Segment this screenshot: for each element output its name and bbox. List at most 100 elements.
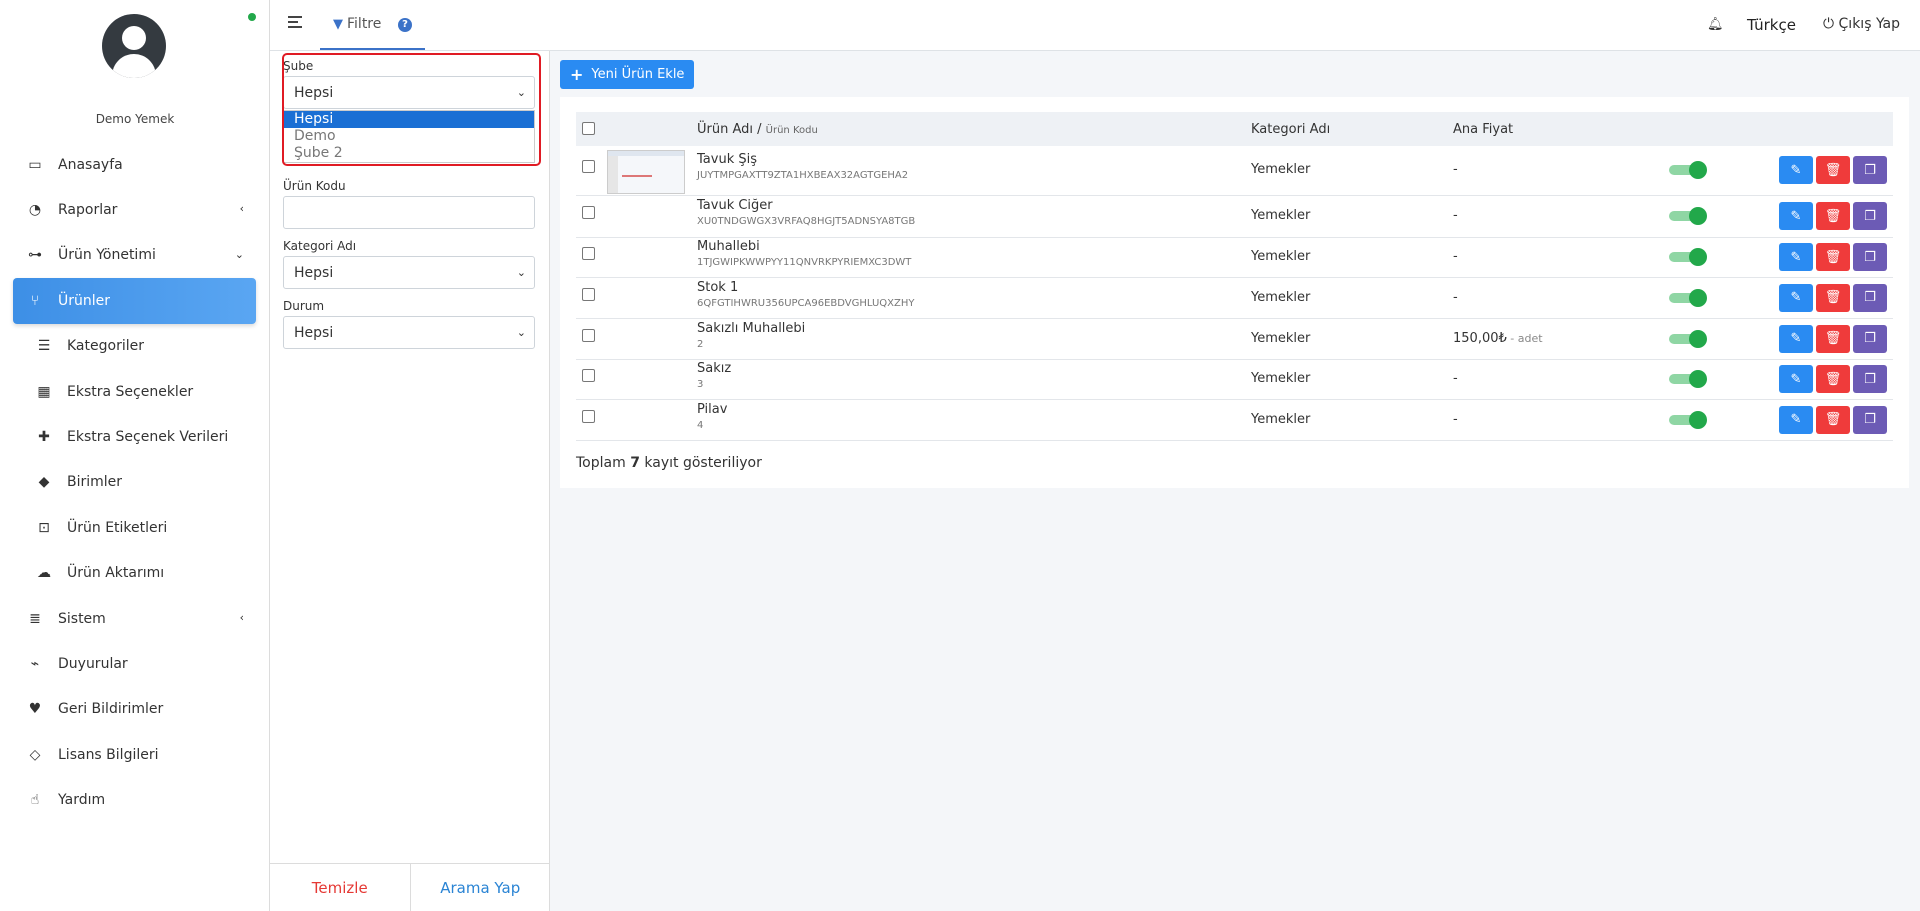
delete-button[interactable]: 🗑︎	[1816, 365, 1850, 393]
sidebar-item-7[interactable]: ◆ Birimler	[13, 460, 256, 505]
delete-button[interactable]: 🗑︎	[1816, 156, 1850, 184]
clear-button[interactable]: Temizle	[270, 864, 411, 911]
product-code: XU0TNDGWGX3VRFAQ8HGJT5ADNSYA8TGB	[697, 216, 916, 227]
edit-button[interactable]: ✎	[1779, 283, 1813, 312]
status-toggle[interactable]	[1669, 410, 1709, 429]
copy-button[interactable]: ❐	[1853, 365, 1887, 393]
sidebar-item-10[interactable]: ≣ Sistem ‹	[13, 596, 256, 641]
top-bar: ▼ Filtre ? 🔔︎ Türkçe ⏻ Çıkış Yap	[270, 0, 1920, 51]
sidebar-item-12[interactable]: ♥ Geri Bildirimler	[13, 687, 256, 732]
product-thumbnail[interactable]	[607, 150, 685, 194]
select-all-checkbox[interactable]	[582, 122, 595, 135]
trash-icon: 🗑︎	[1824, 371, 1842, 387]
row-checkbox[interactable]	[582, 409, 595, 423]
copy-button[interactable]: ❐	[1853, 156, 1887, 184]
trash-icon: 🗑︎	[1824, 162, 1842, 178]
hand-icon: ☝	[30, 792, 40, 809]
product-price: -	[1453, 249, 1458, 264]
status-toggle[interactable]	[1669, 288, 1709, 307]
row-checkbox[interactable]	[582, 287, 595, 301]
row-checkbox[interactable]	[582, 247, 595, 260]
language-selector[interactable]: Türkçe	[1747, 16, 1796, 34]
sidebar-item-0[interactable]: ▭ Anasayfa	[13, 142, 256, 187]
sidebar-item-13[interactable]: ◇ Lisans Bilgileri	[13, 732, 256, 777]
trash-icon: 🗑︎	[1824, 290, 1842, 305]
sidebar-item-2[interactable]: ⊶ Ürün Yönetimi ⌄	[13, 233, 256, 278]
edit-button[interactable]: ✎	[1779, 202, 1813, 230]
product-price: -	[1453, 371, 1458, 386]
sidebar-item-11[interactable]: ⌁ Duyurular	[13, 641, 256, 686]
copy-button[interactable]: ❐	[1853, 283, 1887, 312]
edit-button[interactable]: ✎	[1779, 405, 1813, 434]
logout-button[interactable]: ⏻ Çıkış Yap	[1823, 16, 1900, 32]
row-checkbox[interactable]	[582, 328, 595, 342]
sidebar-item-label: Ekstra Seçenek Verileri	[67, 429, 229, 446]
edit-button[interactable]: ✎	[1779, 156, 1813, 184]
product-name: Sakızlı Muhallebi	[697, 320, 806, 336]
product-name: Sakız	[697, 361, 732, 376]
product-price: -	[1453, 289, 1458, 305]
products-card: Ürün Adı / Ürün Kodu Kategori Adı Ana Fi…	[560, 97, 1909, 488]
row-actions: ✎ 🗑︎ ❐	[1779, 365, 1887, 393]
row-checkbox[interactable]	[582, 369, 595, 382]
status-select[interactable]: Hepsi ⌄	[283, 316, 535, 349]
product-price: -	[1453, 162, 1458, 177]
status-toggle[interactable]	[1669, 161, 1709, 179]
delete-button[interactable]: 🗑︎	[1816, 324, 1850, 353]
sidebar-item-6[interactable]: ✚ Ekstra Seçenek Verileri	[13, 414, 256, 459]
delete-button[interactable]: 🗑︎	[1816, 405, 1850, 434]
status-toggle[interactable]	[1669, 207, 1709, 225]
chevron-left-icon: ‹	[239, 202, 244, 216]
product-code: 1TJGWIPKWWPYY11QNVRKPYRIEMXC3DWT	[697, 257, 912, 268]
menu-toggle-icon[interactable]	[288, 16, 302, 30]
row-checkbox[interactable]	[582, 206, 595, 219]
copy-button[interactable]: ❐	[1853, 324, 1887, 353]
copy-icon: ❐	[1864, 162, 1876, 178]
status-toggle[interactable]	[1669, 248, 1709, 266]
category-select[interactable]: Hepsi ⌄	[283, 256, 535, 289]
sidebar-item-5[interactable]: ▦ Ekstra Seçenekler	[13, 369, 256, 414]
add-product-button[interactable]: + Yeni Ürün Ekle	[560, 60, 694, 89]
product-name-cell: Sakız 3	[697, 361, 731, 390]
copy-icon: ❐	[1864, 249, 1876, 265]
delete-button[interactable]: 🗑︎	[1816, 283, 1850, 312]
delete-button[interactable]: 🗑︎	[1816, 202, 1850, 230]
sidebar: Demo Yemek ▭ Anasayfa ◔ Raporlar ‹ ⊶ Ürün Yöne…	[0, 0, 270, 911]
status-toggle[interactable]	[1669, 329, 1709, 348]
tab-filter-label: Filtre	[347, 16, 382, 32]
copy-button[interactable]: ❐	[1853, 243, 1887, 271]
copy-button[interactable]: ❐	[1853, 405, 1887, 434]
gem-icon: ◇	[29, 746, 41, 763]
sidebar-item-label: Ürün Yönetimi	[58, 247, 156, 264]
table-row: Pilav 4 Yemekler - ✎ 🗑︎ ❐	[576, 400, 1893, 441]
help-icon[interactable]: ?	[398, 18, 412, 32]
product-price-cell: -	[1453, 371, 1458, 386]
total-prefix: Toplam	[576, 455, 626, 471]
status-toggle[interactable]	[1669, 370, 1709, 388]
sidebar-item-label: Birimler	[67, 474, 123, 491]
delete-button[interactable]: 🗑︎	[1816, 243, 1850, 271]
server-icon: ≣	[29, 610, 41, 627]
sidebar-item-14[interactable]: ☝ Yardım	[13, 777, 256, 822]
trash-icon: 🗑︎	[1824, 249, 1842, 265]
product-price-cell: 150,00₺ - adet	[1453, 331, 1543, 346]
sidebar-item-8[interactable]: ⊡ Ürün Etiketleri	[13, 505, 256, 550]
sidebar-item-3[interactable]: ⑂ Ürünler	[13, 278, 256, 324]
sidebar-item-1[interactable]: ◔ Raporlar ‹	[13, 187, 256, 232]
sidebar-item-4[interactable]: ☰ Kategoriler	[13, 324, 256, 369]
copy-button[interactable]: ❐	[1853, 202, 1887, 230]
table-row: Stok 1 6QFGTIHWRU356UPCA96EBDVGHLUQXZHY …	[576, 278, 1893, 319]
search-button[interactable]: Arama Yap	[411, 864, 551, 911]
edit-button[interactable]: ✎	[1779, 243, 1813, 271]
status-select-value: Hepsi	[294, 324, 334, 341]
power-icon: ⏻	[1823, 16, 1835, 32]
edit-button[interactable]: ✎	[1779, 365, 1813, 393]
sidebar-item-9[interactable]: ☁ Ürün Aktarımı	[13, 551, 256, 596]
edit-button[interactable]: ✎	[1779, 324, 1813, 353]
user-avatar-icon[interactable]	[102, 14, 166, 78]
bell-icon[interactable]: 🔔︎	[1707, 17, 1724, 32]
table-row: Tavuk Şiş JUYTMPGAXTT9ZTA1HXBEAX32AGTGEH…	[576, 146, 1893, 196]
product-code-input[interactable]	[283, 196, 535, 229]
products-table: Ürün Adı / Ürün Kodu Kategori Adı Ana Fi…	[576, 112, 1893, 441]
row-checkbox[interactable]	[582, 160, 595, 173]
